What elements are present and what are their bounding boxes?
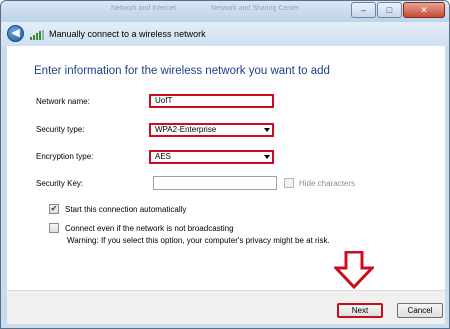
breadcrumb-item: Network and Sharing Center — [211, 5, 300, 12]
close-button[interactable]: ✕ — [403, 2, 445, 18]
cancel-button[interactable]: Cancel — [397, 303, 443, 318]
start-automatically-checkbox[interactable]: ✔ — [49, 204, 59, 214]
breadcrumb-item: Network and Internet — [111, 5, 176, 12]
checkmark-icon: ✔ — [50, 204, 58, 213]
security-key-input[interactable] — [153, 176, 277, 190]
maximize-button[interactable]: □ — [377, 2, 402, 18]
wizard-content: Enter information for the wireless netwo… — [7, 46, 445, 290]
wireless-signal-icon — [30, 30, 44, 40]
minimize-button[interactable]: – — [351, 2, 376, 18]
start-automatically-label: Start this connection automatically — [65, 205, 187, 214]
select-arrow-icon — [264, 155, 270, 159]
window-controls: – □ ✕ — [350, 2, 445, 18]
maximize-icon: □ — [386, 5, 393, 15]
hide-characters-label: Hide characters — [299, 179, 356, 188]
connect-hidden-label: Connect even if the network is not broad… — [65, 224, 234, 233]
down-arrow-icon — [334, 251, 374, 289]
encryption-type-label: Encryption type: — [36, 152, 94, 161]
window-chrome: Network and Internet Network and Sharing… — [1, 1, 449, 22]
encryption-type-value: AES — [155, 152, 172, 161]
security-type-select[interactable]: WPA2-Enterprise — [149, 123, 274, 137]
page-heading: Enter information for the wireless netwo… — [34, 65, 330, 77]
close-icon: ✕ — [420, 5, 428, 15]
back-button[interactable]: ◀ — [7, 25, 24, 42]
back-arrow-icon: ◀ — [11, 27, 20, 39]
hide-characters-checkbox[interactable] — [284, 178, 294, 188]
network-name-label: Network name: — [36, 97, 90, 106]
next-button[interactable]: Next — [337, 303, 383, 318]
encryption-type-select[interactable]: AES — [149, 150, 274, 164]
security-type-value: WPA2-Enterprise — [155, 125, 217, 134]
title-bar: ◀ Manually connect to a wireless network — [1, 22, 449, 46]
select-arrow-icon — [264, 128, 270, 132]
connect-hidden-checkbox[interactable] — [49, 223, 59, 233]
minimize-icon: – — [360, 5, 366, 15]
security-type-label: Security type: — [36, 125, 85, 134]
privacy-warning: Warning: If you select this option, your… — [67, 236, 330, 245]
security-key-label: Security Key: — [36, 179, 84, 188]
network-name-value: UofT — [155, 96, 173, 105]
dialog-window: Network and Internet Network and Sharing… — [0, 0, 450, 329]
button-bar: Next Cancel — [7, 290, 445, 324]
window-title: Manually connect to a wireless network — [49, 29, 206, 39]
network-name-input[interactable]: UofT — [149, 94, 274, 108]
